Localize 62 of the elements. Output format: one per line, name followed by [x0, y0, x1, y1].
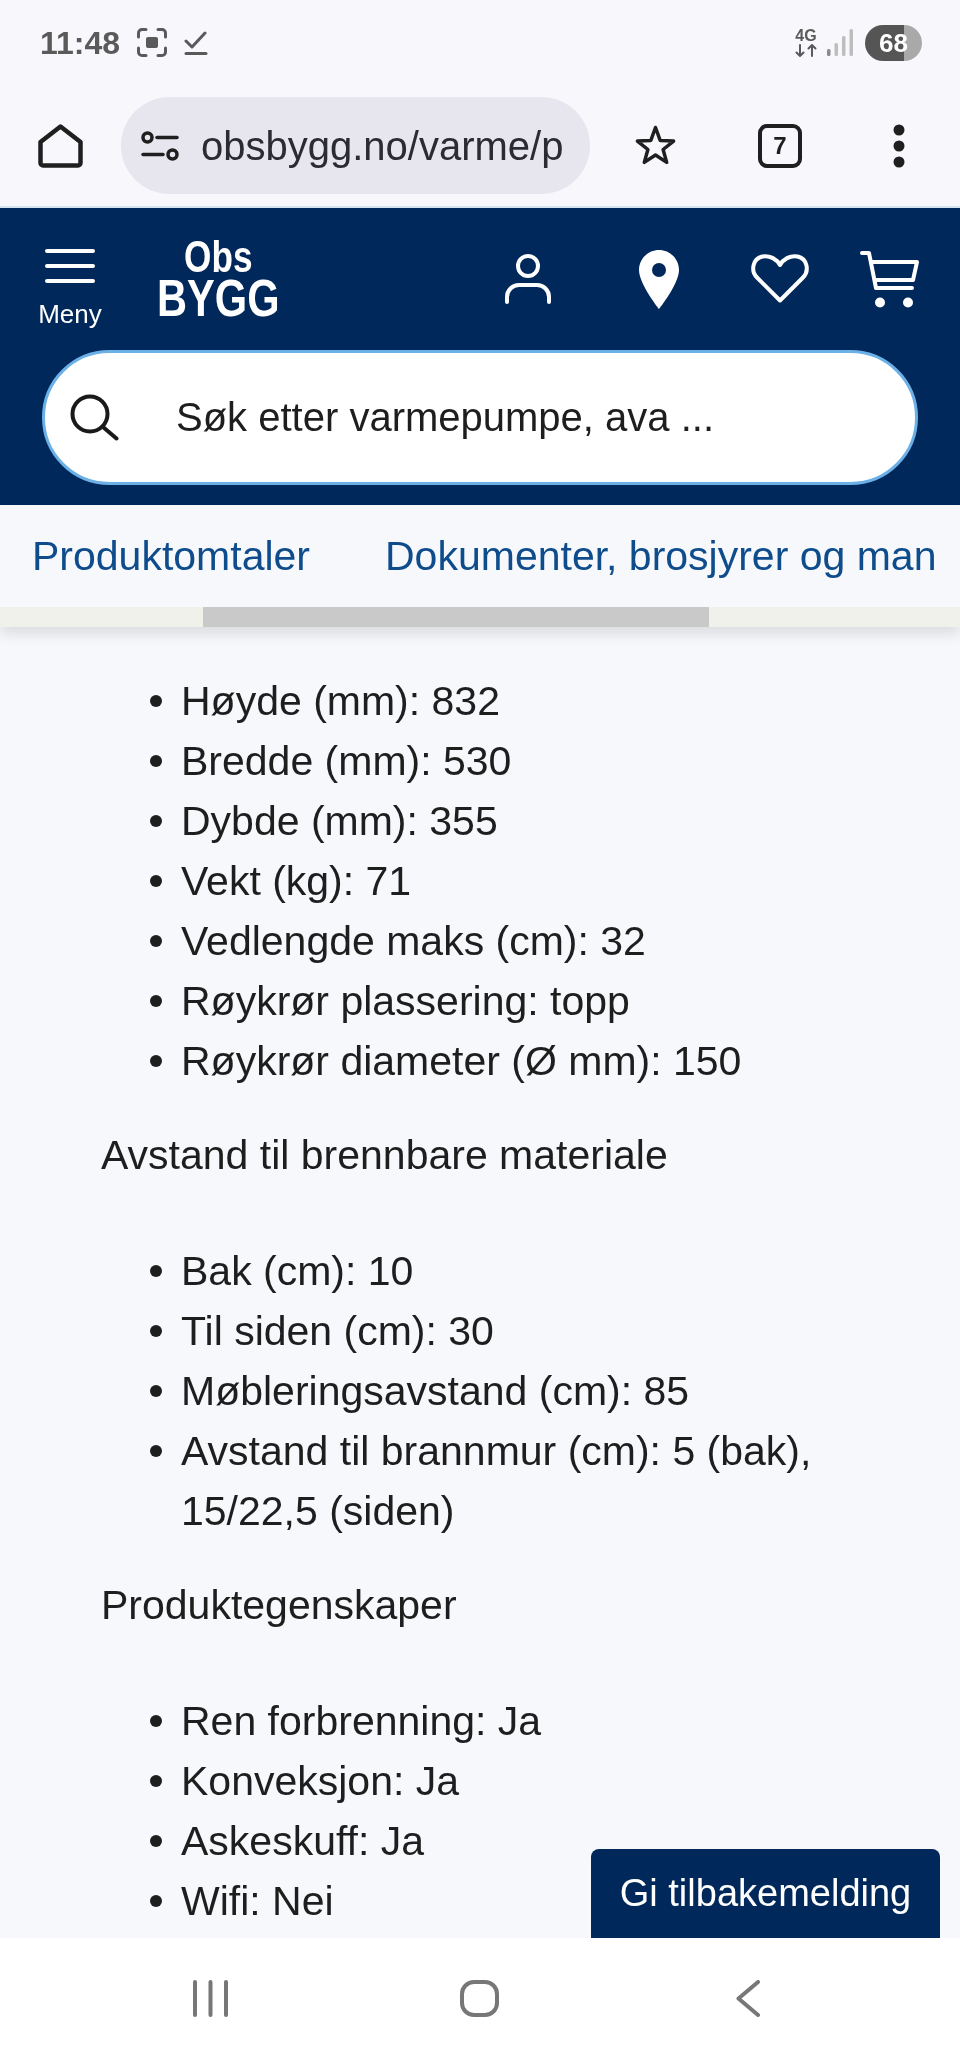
bullet-icon — [150, 1895, 162, 1907]
bookmark-star-icon[interactable] — [634, 125, 677, 166]
bullet-icon — [150, 755, 162, 767]
feedback-button[interactable]: Gi tilbakemelding — [591, 1849, 940, 1938]
search-icon — [70, 394, 119, 441]
menu-icon — [45, 249, 95, 283]
heart-icon[interactable] — [750, 254, 810, 304]
signal-icon — [827, 29, 853, 56]
address-bar[interactable]: obsbygg.no/varme/p — [121, 97, 590, 194]
back-icon[interactable] — [735, 1980, 761, 2017]
bullet-icon — [150, 1325, 162, 1337]
bullet-icon — [150, 695, 162, 707]
spec-text: Røykrør diameter (Ø mm): 150 — [181, 1037, 742, 1086]
user-icon[interactable] — [505, 254, 551, 304]
tab-count-button[interactable]: 7 — [758, 123, 802, 168]
bullet-icon — [150, 1715, 162, 1727]
section-heading: Avstand til brennbare materiale — [101, 1131, 669, 1180]
scrollbar-thumb[interactable] — [203, 607, 709, 627]
screenshot-icon — [137, 28, 168, 57]
bullet-icon — [150, 1445, 162, 1457]
section-link[interactable]: Dokumenter, brosjyrer og man — [385, 532, 937, 580]
cart-icon[interactable] — [860, 250, 920, 308]
store-logo[interactable]: Obs BYGG — [157, 238, 280, 320]
network-type-label: 4G — [795, 28, 817, 44]
spec-text: Konveksjon: Ja — [181, 1757, 460, 1806]
location-pin-icon[interactable] — [639, 249, 679, 309]
site-settings-icon[interactable] — [141, 130, 179, 161]
spec-text: Vedlengde maks (cm): 32 — [181, 917, 646, 966]
bullet-icon — [150, 1835, 162, 1847]
spec-text: Høyde (mm): 832 — [181, 677, 500, 726]
spec-text: Møbleringsavstand (cm): 85 — [181, 1367, 690, 1416]
spec-text: Bak (cm): 10 — [181, 1247, 414, 1296]
home-icon[interactable] — [38, 123, 83, 168]
spec-text: Askeskuff: Ja — [181, 1817, 425, 1866]
bullet-icon — [150, 875, 162, 887]
bullet-icon — [150, 1265, 162, 1277]
bullet-icon — [150, 1775, 162, 1787]
spec-text: Til siden (cm): 30 — [181, 1307, 494, 1356]
spec-text: Ren forbrenning: Ja — [181, 1697, 542, 1746]
bullet-icon — [150, 995, 162, 1007]
data-arrows-icon — [795, 44, 817, 57]
recent-apps-icon[interactable] — [193, 1980, 228, 2017]
bullet-icon — [150, 935, 162, 947]
bullet-icon — [150, 815, 162, 827]
section-heading: Produktegenskaper — [101, 1581, 458, 1630]
bullet-icon — [150, 1055, 162, 1067]
menu-button[interactable]: Meny — [38, 249, 102, 329]
url-text: obsbygg.no/varme/p — [201, 122, 564, 170]
more-menu-icon[interactable] — [893, 123, 905, 168]
spec-text: Dybde (mm): 355 — [181, 797, 498, 846]
spec-text: Avstand til brannmur (cm): 5 (bak), 15/22,5 (siden) — [181, 1427, 813, 1536]
spec-text: Bredde (mm): 530 — [181, 737, 512, 786]
search-field[interactable]: Søk etter varmepumpe, ava ... — [42, 350, 918, 485]
home-button-icon[interactable] — [460, 1980, 499, 2017]
status-time: 11:48 — [40, 24, 121, 61]
battery-indicator: 68 — [865, 24, 922, 61]
bullet-icon — [150, 1385, 162, 1397]
spec-text: Røykrør plassering: topp — [181, 977, 630, 1026]
spec-text: Vekt (kg): 71 — [181, 857, 412, 906]
section-link[interactable]: Produktomtaler — [32, 532, 310, 580]
spec-text: Wifi: Nei — [181, 1877, 334, 1926]
check-icon — [184, 30, 209, 55]
